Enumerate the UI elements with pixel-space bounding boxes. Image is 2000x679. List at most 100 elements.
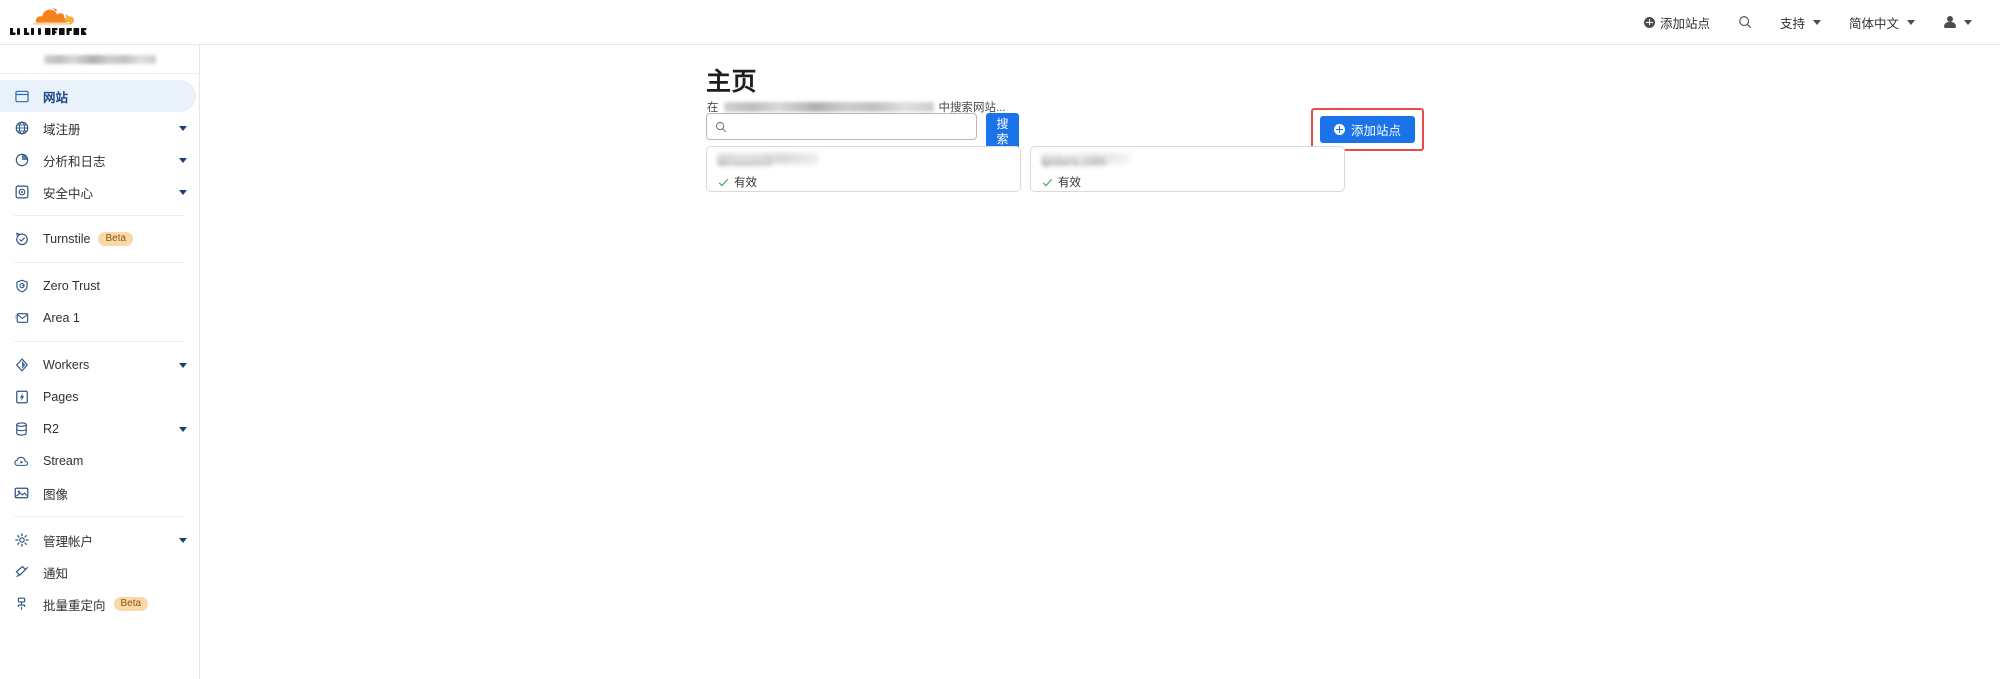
sidebar-account-selector[interactable]: [0, 45, 199, 74]
site-card[interactable]: ainsiatech 有效: [706, 146, 1021, 192]
sidebar-item-zero-trust[interactable]: Zero Trust: [0, 270, 199, 302]
check-icon: [1042, 177, 1053, 188]
search-button-label-1: 搜: [996, 117, 1008, 132]
sidebar-item-label: 域注册: [43, 119, 81, 138]
cloudflare-logo-icon: [8, 7, 100, 37]
sidebar-item-label: Workers: [43, 358, 89, 372]
globe-icon: [13, 121, 30, 135]
chevron-down-icon[interactable]: [179, 126, 187, 131]
header-account-menu[interactable]: [1929, 0, 1986, 44]
sidebar-item-label: 图像: [43, 484, 68, 503]
sidebar-item-label: 网站: [43, 87, 68, 106]
site-status-label: 有效: [734, 174, 757, 190]
database-icon: [13, 422, 30, 436]
sidebar-item-bulk-redirects[interactable]: 批量重定向 Beta: [0, 588, 199, 620]
sidebar-item-security-center[interactable]: 安全中心: [0, 176, 199, 208]
header-support-label: 支持: [1780, 13, 1805, 32]
sidebar-item-manage-account[interactable]: 管理帐户: [0, 524, 199, 556]
beta-badge: Beta: [98, 232, 133, 247]
sidebar-item-images[interactable]: 图像: [0, 477, 199, 509]
sidebar-item-notifications[interactable]: 通知: [0, 556, 199, 588]
sidebar-item-turnstile[interactable]: Turnstile Beta: [0, 223, 199, 255]
check-icon: [718, 177, 729, 188]
header-add-site-button[interactable]: 添加站点: [1630, 0, 1724, 44]
cloudflare-logo[interactable]: [0, 7, 100, 37]
gear-icon: [13, 533, 30, 547]
megaphone-icon: [13, 565, 30, 579]
site-status: 有效: [718, 174, 1009, 190]
browser-window-icon: [13, 90, 30, 103]
sidebar-item-domain-registration[interactable]: 域注册: [0, 112, 199, 144]
redirect-icon: [13, 597, 30, 611]
sidebar-item-pages[interactable]: Pages: [0, 381, 199, 413]
site-status: 有效: [1042, 174, 1333, 190]
beta-badge: Beta: [114, 597, 149, 612]
shield-gear-icon: [13, 185, 30, 199]
search-icon: [715, 121, 727, 133]
search-button-label-2: 索: [996, 132, 1008, 147]
chevron-down-icon[interactable]: [179, 538, 187, 543]
pie-chart-icon: [13, 153, 30, 167]
site-domain-redacted: [718, 153, 818, 164]
account-name-redacted: [44, 55, 156, 64]
header-support-menu[interactable]: 支持: [1766, 0, 1835, 44]
top-header-bar: 添加站点 支持 简体中文: [0, 0, 2000, 45]
header-language-label: 简体中文: [1849, 13, 1899, 32]
chevron-down-icon[interactable]: [179, 158, 187, 163]
chevron-down-icon[interactable]: [179, 363, 187, 368]
image-icon: [13, 487, 30, 499]
add-site-highlight-box: 添加站点: [1311, 108, 1424, 151]
sidebar-item-label: Area 1: [43, 311, 80, 325]
plus-circle-icon: [1644, 17, 1655, 28]
sidebar-item-r2[interactable]: R2: [0, 413, 199, 445]
workers-icon: [13, 358, 30, 372]
chevron-down-icon: [1813, 20, 1821, 25]
sidebar-item-workers[interactable]: Workers: [0, 349, 199, 381]
sidebar-item-label: R2: [43, 422, 59, 436]
sidebar-item-analytics-logs[interactable]: 分析和日志: [0, 144, 199, 176]
sidebar-item-stream[interactable]: Stream: [0, 445, 199, 477]
chevron-down-icon[interactable]: [179, 190, 187, 195]
header-actions: 添加站点 支持 简体中文: [1630, 0, 2000, 44]
sidebar-item-label: Pages: [43, 390, 78, 404]
site-domain: ipolaris.com: [1042, 154, 1333, 167]
site-card[interactable]: ipolaris.com 有效: [1030, 146, 1345, 192]
sidebar: 网站 域注册 分析和日志 安全中心: [0, 45, 200, 679]
chevron-down-icon[interactable]: [179, 427, 187, 432]
add-site-button[interactable]: 添加站点: [1320, 116, 1415, 143]
sidebar-item-websites[interactable]: 网站: [0, 80, 196, 112]
stream-cloud-icon: [13, 455, 30, 468]
site-status-label: 有效: [1058, 174, 1081, 190]
sidebar-item-label: 安全中心: [43, 183, 93, 202]
search-input[interactable]: [733, 120, 968, 134]
sidebar-divider: [14, 262, 185, 263]
site-card-list: ainsiatech 有效 ipolaris.com 有效: [706, 146, 1345, 192]
sidebar-nav: 网站 域注册 分析和日志 安全中心: [0, 74, 199, 620]
main-content: 主页 在 中搜索网站... 搜 索 添加站点 ainsiatech: [200, 45, 2000, 679]
page-title: 主页: [706, 62, 757, 98]
chevron-down-icon: [1907, 20, 1915, 25]
zero-trust-shield-icon: [13, 279, 30, 293]
search-input-wrapper[interactable]: [706, 113, 977, 140]
sidebar-item-label: 管理帐户: [43, 531, 93, 550]
sidebar-item-label: 通知: [43, 563, 68, 582]
header-search-button[interactable]: [1724, 0, 1766, 44]
sidebar-divider: [14, 516, 185, 517]
sidebar-item-label: 分析和日志: [43, 151, 106, 170]
envelope-icon: [13, 312, 30, 324]
sidebar-divider: [14, 215, 185, 216]
sidebar-item-area-1[interactable]: Area 1: [0, 302, 199, 334]
site-domain: ainsiatech: [718, 154, 1009, 167]
turnstile-icon: [13, 232, 30, 246]
account-name-redacted: [724, 102, 934, 112]
header-language-menu[interactable]: 简体中文: [1835, 0, 1929, 44]
sidebar-item-label: Stream: [43, 454, 83, 468]
site-domain-redacted: [1042, 153, 1130, 164]
sidebar-divider: [14, 341, 185, 342]
user-avatar-icon: [1943, 16, 1956, 29]
sidebar-item-label: Zero Trust: [43, 279, 100, 293]
plus-circle-icon: [1334, 124, 1345, 135]
search-icon: [1738, 15, 1752, 29]
add-site-button-label: 添加站点: [1351, 120, 1401, 139]
pages-icon: [13, 390, 30, 404]
